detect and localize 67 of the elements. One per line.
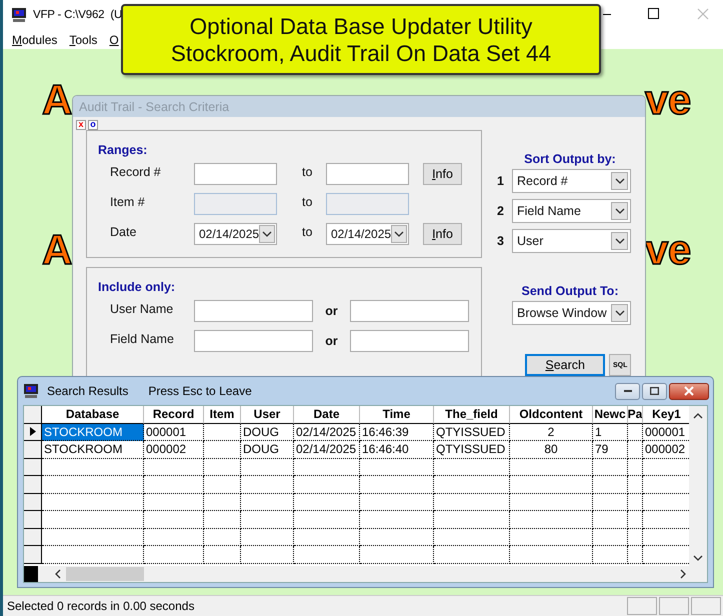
sort-number: 1 — [497, 174, 504, 188]
table-cell: 000002 — [144, 441, 204, 458]
sort-dropdown[interactable]: Field Name — [512, 199, 631, 223]
output-dropdown[interactable]: Browse Window — [512, 301, 631, 325]
column-header[interactable]: Record — [144, 406, 204, 424]
table-cell: 16:46:39 — [360, 424, 434, 441]
table-cell: DOUG — [241, 441, 294, 458]
table-cell: STOCKROOM — [42, 441, 144, 458]
group-heading: Include only: — [98, 280, 176, 294]
menu-item[interactable]: Modules — [11, 32, 58, 46]
range-separator: to — [301, 224, 314, 239]
field-label: User Name — [110, 301, 174, 316]
section-heading: Sort Output by: — [523, 152, 617, 166]
range-separator: to — [301, 194, 314, 209]
menu-item[interactable]: Tools — [68, 32, 98, 46]
table-cell: 1 — [593, 424, 628, 441]
info-button[interactable]: Info — [423, 163, 462, 185]
group-heading: Ranges: — [98, 143, 148, 157]
table-cell: QTYISSUED — [434, 441, 510, 458]
sort-dropdown[interactable]: User — [512, 229, 631, 253]
banner-text: Optional Data Base Updater Utility — [190, 12, 532, 40]
table-cell: QTYISSUED — [434, 424, 510, 441]
range-separator: to — [301, 164, 314, 179]
column-header[interactable]: Pa — [628, 406, 643, 424]
table-cell: 02/14/2025 — [294, 424, 360, 441]
date-field[interactable]: 02/14/2025 — [326, 223, 409, 245]
sort-dropdown[interactable]: Record # — [512, 169, 631, 193]
background-text: A — [42, 229, 72, 271]
field-label: Field Name — [110, 331, 175, 346]
field-label: Item # — [110, 194, 146, 209]
background-text: ve — [645, 79, 691, 121]
column-header[interactable]: Time — [360, 406, 434, 424]
table-cell: DOUG — [241, 424, 294, 441]
column-header[interactable]: Date — [294, 406, 360, 424]
or-separator: or — [324, 334, 339, 348]
banner-text: Stockroom, Audit Trail On Data Set 44 — [170, 40, 552, 66]
section-heading: Send Output To: — [520, 284, 620, 298]
sort-number: 2 — [497, 204, 504, 218]
or-separator: or — [324, 304, 339, 318]
column-header[interactable]: Newc — [593, 406, 628, 424]
table-cell: STOCKROOM — [42, 424, 144, 441]
column-header[interactable]: Item — [204, 406, 241, 424]
table-cell: 2 — [510, 424, 593, 441]
field-label: Date — [110, 224, 138, 239]
column-header[interactable]: Oldcontent — [510, 406, 593, 424]
background-text: A — [42, 79, 72, 121]
window-hint: Press Esc to Leave — [148, 384, 252, 398]
table-cell: 02/14/2025 — [294, 441, 360, 458]
background-text: ve — [645, 229, 691, 271]
status-text: Selected 0 records in 0.00 seconds — [7, 599, 196, 613]
field-label: Record # — [110, 164, 162, 179]
dialog-title: Audit Trail - Search Criteria — [79, 100, 230, 114]
column-header[interactable]: The_field — [434, 406, 510, 424]
column-header[interactable]: Database — [42, 406, 144, 424]
sort-number: 3 — [497, 234, 504, 248]
window-title: Search Results — [47, 384, 128, 398]
close-button[interactable]: x — [76, 120, 86, 130]
menu-item[interactable]: O — [108, 32, 120, 46]
table-cell: 000001 — [144, 424, 204, 441]
date-field[interactable]: 02/14/2025 — [194, 223, 277, 245]
column-header[interactable]: User — [241, 406, 294, 424]
table-cell: 16:46:40 — [360, 441, 434, 458]
table-cell: 79 — [593, 441, 628, 458]
info-button[interactable]: Info — [423, 223, 462, 245]
option-button[interactable]: o — [88, 120, 98, 130]
search-button[interactable]: Search — [525, 354, 606, 376]
table-cell: 80 — [510, 441, 593, 458]
